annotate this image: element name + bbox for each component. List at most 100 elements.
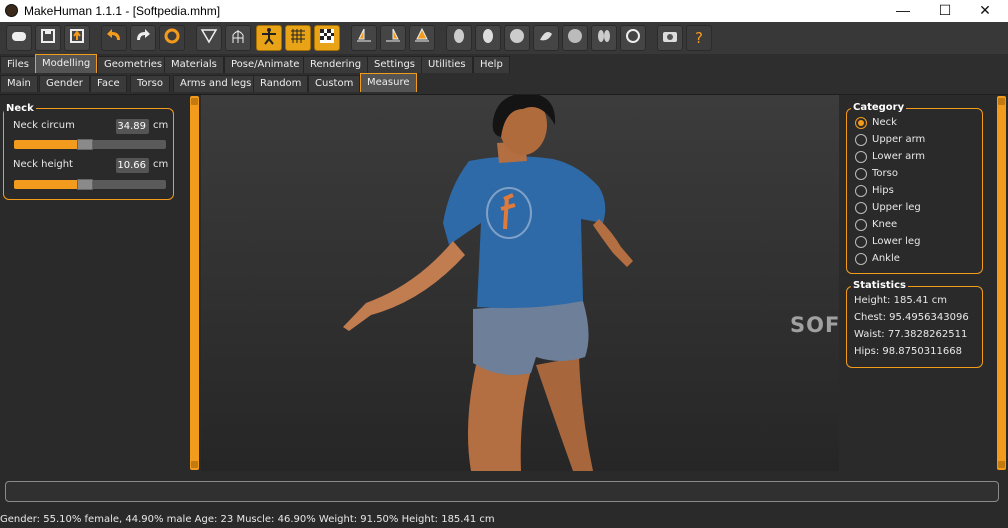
sub-tabs: Main Gender Face Torso Arms and legs Ran… [0, 73, 1008, 95]
neck-height-unit: cm [153, 159, 169, 170]
ears-icon[interactable] [620, 25, 646, 51]
subtab-custom[interactable]: Custom [308, 75, 361, 92]
category-torso-label[interactable]: Torso [872, 168, 898, 179]
close-button[interactable]: ✕ [962, 0, 1008, 22]
neck-circum-slider[interactable] [14, 139, 166, 150]
category-upper-leg-label[interactable]: Upper leg [872, 202, 921, 213]
save-icon[interactable] [35, 25, 61, 51]
radio-knee[interactable] [855, 219, 867, 231]
subtab-measure[interactable]: Measure [360, 73, 417, 92]
category-upper-arm-label[interactable]: Upper arm [872, 134, 925, 145]
tab-help[interactable]: Help [473, 56, 510, 73]
neck-circum-value[interactable]: 34.89 [116, 119, 149, 134]
radio-upper-leg[interactable] [855, 202, 867, 214]
neck-circum-label: Neck circum [13, 120, 75, 131]
redo-icon[interactable] [130, 25, 156, 51]
reset-icon[interactable] [159, 25, 185, 51]
scroll-down-arrow[interactable] [191, 461, 198, 468]
3d-viewport[interactable]: SOFTPEDIA [201, 95, 839, 471]
neck-height-handle[interactable] [77, 179, 94, 190]
radio-lower-leg[interactable] [855, 236, 867, 248]
app-icon [5, 4, 18, 17]
main-toolbar: ? [0, 22, 1008, 55]
neck-circum-handle[interactable] [77, 139, 94, 150]
neck-height-value[interactable]: 10.66 [116, 158, 149, 173]
smooth-icon[interactable] [196, 25, 222, 51]
tab-modelling[interactable]: Modelling [35, 54, 98, 73]
stat-hips: Hips: 98.8750311668 [854, 346, 962, 357]
front-view-icon[interactable] [351, 25, 377, 51]
pose-icon[interactable] [256, 25, 282, 51]
skin-icon[interactable] [475, 25, 501, 51]
radio-lower-arm[interactable] [855, 151, 867, 163]
right-scroll-down-arrow[interactable] [998, 461, 1005, 468]
minimize-button[interactable]: — [880, 0, 926, 22]
right-panel: Category Neck Upper arm Lower arm Torso … [840, 95, 1008, 473]
watermark: SOFTPEDIA [790, 313, 839, 337]
subtab-face[interactable]: Face [90, 75, 127, 92]
status-bar: Gender: 55.10% female, 44.90% male Age: … [0, 514, 495, 525]
neck-group: Neck Neck circum 34.89 cm Neck height 10… [3, 103, 174, 200]
tab-geometries[interactable]: Geometries [97, 56, 170, 73]
stat-waist: Waist: 77.3828262511 [854, 329, 968, 340]
eyes-icon[interactable] [591, 25, 617, 51]
tab-materials[interactable]: Materials [164, 56, 224, 73]
human-model [343, 95, 633, 471]
subtab-arms-and-legs[interactable]: Arms and legs [173, 75, 259, 92]
bottom-bar: Gender: 55.10% female, 44.90% male Age: … [0, 473, 1008, 528]
category-group-title: Category [851, 102, 907, 113]
neck-height-slider[interactable] [14, 179, 166, 190]
neck-height-label: Neck height [13, 159, 73, 170]
neck-circum-fill [14, 140, 86, 149]
subtab-random[interactable]: Random [253, 75, 309, 92]
category-lower-arm-label[interactable]: Lower arm [872, 151, 925, 162]
wireframe-icon[interactable] [225, 25, 251, 51]
eyebrows-icon[interactable] [533, 25, 559, 51]
tab-settings[interactable]: Settings [367, 56, 423, 73]
subtab-gender[interactable]: Gender [39, 75, 90, 92]
export-icon[interactable] [64, 25, 90, 51]
tab-rendering[interactable]: Rendering [303, 56, 369, 73]
scroll-up-arrow[interactable] [191, 98, 198, 105]
neck-group-title: Neck [4, 103, 36, 114]
subtab-torso[interactable]: Torso [130, 75, 170, 92]
main-tabs: Files Modelling Geometries Materials Pos… [0, 54, 1008, 73]
undo-icon[interactable] [101, 25, 127, 51]
category-group: Category Neck Upper arm Lower arm Torso … [846, 102, 983, 274]
tab-pose-animate[interactable]: Pose/Animate [224, 56, 307, 73]
back-view-icon[interactable] [380, 25, 406, 51]
category-neck-label[interactable]: Neck [872, 117, 897, 128]
statistics-group-title: Statistics [851, 280, 908, 291]
left-scrollbar[interactable] [190, 96, 199, 470]
checker-icon[interactable] [314, 25, 340, 51]
tab-files[interactable]: Files [0, 56, 36, 73]
side-view-icon[interactable] [409, 25, 435, 51]
neck-height-fill [14, 180, 86, 189]
grid-icon[interactable] [285, 25, 311, 51]
radio-hips[interactable] [855, 185, 867, 197]
tab-utilities[interactable]: Utilities [421, 56, 473, 73]
stat-chest: Chest: 95.4956343096 [854, 312, 969, 323]
radio-upper-arm[interactable] [855, 134, 867, 146]
subtab-main[interactable]: Main [0, 75, 38, 92]
category-hips-label[interactable]: Hips [872, 185, 894, 196]
right-scrollbar[interactable] [997, 96, 1006, 470]
category-ankle-label[interactable]: Ankle [872, 253, 900, 264]
help-icon[interactable]: ? [686, 25, 712, 51]
neck-circum-unit: cm [153, 120, 169, 131]
stat-height: Height: 185.41 cm [854, 295, 948, 306]
teeth-icon[interactable] [562, 25, 588, 51]
window-title: MakeHuman 1.1.1 - [Softpedia.mhm] [24, 4, 221, 18]
camera-icon[interactable] [657, 25, 683, 51]
right-scroll-up-arrow[interactable] [998, 98, 1005, 105]
hair-icon[interactable] [504, 25, 530, 51]
new-file-icon[interactable] [6, 25, 32, 51]
category-lower-leg-label[interactable]: Lower leg [872, 236, 920, 247]
title-bar: MakeHuman 1.1.1 - [Softpedia.mhm] — ☐ ✕ [0, 0, 1008, 22]
head-view-icon[interactable] [446, 25, 472, 51]
category-knee-label[interactable]: Knee [872, 219, 897, 230]
radio-neck[interactable] [855, 117, 867, 129]
progress-bar [5, 481, 999, 502]
radio-torso[interactable] [855, 168, 867, 180]
radio-ankle[interactable] [855, 253, 867, 265]
